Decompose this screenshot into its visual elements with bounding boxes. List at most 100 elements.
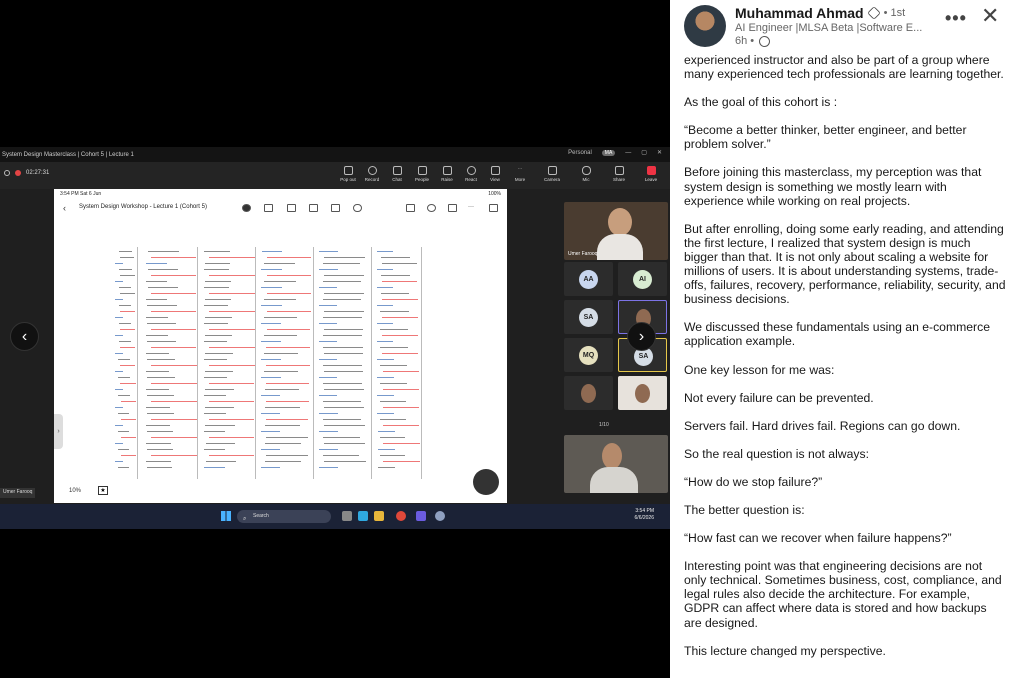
handwriting-stroke — [150, 437, 197, 438]
handwriting-stroke — [203, 395, 227, 396]
handwriting-stroke — [208, 311, 255, 312]
handwriting-stroke — [319, 341, 338, 342]
handwriting-stroke — [118, 305, 132, 306]
taskbar-clock: 3:54 PM 6/6/2026 — [634, 508, 654, 521]
handwriting-stroke — [147, 323, 177, 324]
handwriting-stroke — [120, 437, 136, 438]
handwriting-stroke — [323, 329, 364, 330]
restore-icon: ▢ — [641, 150, 647, 156]
handwriting-stroke — [380, 329, 409, 330]
handwriting-stroke — [146, 431, 174, 432]
handwriting-stroke — [204, 305, 229, 306]
handwriting-stroke — [208, 293, 255, 294]
handwriting-stroke — [323, 383, 362, 384]
handwriting-stroke — [147, 269, 179, 270]
handwriting-stroke — [120, 311, 135, 312]
handwriting-stroke — [380, 293, 410, 294]
handwriting-stroke — [145, 281, 168, 282]
camera-button: Camera — [541, 166, 563, 182]
handwriting-stroke — [323, 401, 362, 402]
meeting-toolbar: 02:27:31 Pop out Record Chat People Rais… — [0, 162, 670, 189]
post-paragraph: Servers fail. Hard drives fail. Regions … — [684, 418, 961, 433]
ipad-time: 3:54 PM Sat 6 Jun — [60, 191, 102, 197]
handwriting-stroke — [377, 413, 395, 414]
whiteboard-canvas — [112, 247, 442, 479]
shape-tool-icon — [287, 204, 296, 212]
ipad-battery: 100% — [488, 191, 501, 197]
author-headline: AI Engineer |MLSA Beta |Software E... — [735, 22, 923, 34]
handwriting-stroke — [382, 389, 419, 390]
more-options-button[interactable]: ••• — [945, 8, 967, 29]
handwriting-stroke — [115, 461, 124, 462]
handwriting-stroke — [150, 383, 197, 384]
author-name[interactable]: Muhammad Ahmad — [735, 5, 864, 21]
handwriting-stroke — [323, 257, 365, 258]
popout-button: Pop out — [337, 166, 359, 182]
handwriting-stroke — [379, 455, 405, 456]
handwriting-stroke — [264, 443, 301, 444]
handwriting-stroke — [266, 401, 309, 402]
participant-tile: SA — [564, 300, 613, 334]
recording-indicator: 02:27:31 — [4, 170, 49, 176]
handwriting-stroke — [377, 287, 393, 288]
handwriting-stroke — [120, 383, 136, 384]
handwriting-stroke — [120, 329, 136, 330]
mic-icon — [581, 166, 591, 175]
post-paragraph: This lecture changed my perspective. — [684, 643, 886, 658]
handwriting-stroke — [266, 455, 308, 456]
chat-button: Chat — [386, 166, 408, 182]
close-button[interactable]: ✕ — [981, 3, 999, 29]
self-video — [564, 435, 668, 493]
handwriting-stroke — [319, 431, 338, 432]
author-avatar[interactable] — [684, 5, 726, 47]
post-paragraph: As the goal of this cohort is : — [684, 95, 838, 110]
handwriting-stroke — [266, 437, 309, 438]
handwriting-stroke — [380, 383, 407, 384]
folder-icon — [374, 511, 384, 521]
handwriting-stroke — [119, 251, 132, 252]
handwriting-stroke — [203, 449, 226, 450]
handwriting-stroke — [323, 443, 366, 444]
ellipsis-icon: ··· — [517, 166, 523, 171]
handwriting-stroke — [146, 395, 175, 396]
handwriting-stroke — [323, 317, 362, 318]
handwriting-stroke — [261, 305, 282, 306]
participant-tile — [618, 376, 667, 410]
handwriting-stroke — [319, 413, 338, 414]
edge-icon — [358, 511, 368, 521]
handwriting-stroke — [377, 305, 394, 306]
shield-icon — [4, 170, 10, 176]
post-time: 6h • — [735, 35, 771, 47]
handwriting-stroke — [120, 401, 136, 402]
handwriting-stroke — [382, 425, 420, 426]
text-tool-icon — [264, 204, 273, 212]
post-paragraph: We discussed these fundamentals using an… — [684, 320, 990, 349]
handwriting-stroke — [150, 419, 197, 420]
post-paragraph: “Become a better thinker, better enginee… — [684, 123, 967, 152]
handwriting-stroke — [323, 389, 364, 390]
handwriting-stroke — [323, 293, 364, 294]
handwriting-stroke — [115, 425, 124, 426]
mic-button: Mic — [575, 166, 597, 182]
chevron-left-icon: ‹ — [21, 328, 28, 345]
previous-image-button[interactable]: ‹ — [10, 322, 39, 351]
handwriting-stroke — [377, 341, 394, 342]
handwriting-stroke — [323, 311, 364, 312]
handwriting-stroke — [382, 443, 420, 444]
handwriting-stroke — [208, 329, 255, 330]
record-icon — [367, 166, 377, 175]
chat-icon — [392, 166, 402, 175]
handwriting-stroke — [120, 347, 136, 348]
leave-button: Leave — [640, 166, 662, 182]
handwriting-stroke — [208, 419, 255, 420]
handwriting-stroke — [266, 275, 312, 276]
participant-photo — [635, 384, 650, 403]
handwriting-stroke — [319, 305, 338, 306]
grid-icon — [490, 166, 500, 175]
handwriting-stroke — [264, 407, 300, 408]
participant-tile: AI — [618, 262, 667, 296]
handwriting-stroke — [150, 257, 196, 258]
next-image-button[interactable]: › — [627, 322, 656, 351]
handwriting-stroke — [266, 311, 311, 312]
handwriting-stroke — [147, 341, 176, 342]
